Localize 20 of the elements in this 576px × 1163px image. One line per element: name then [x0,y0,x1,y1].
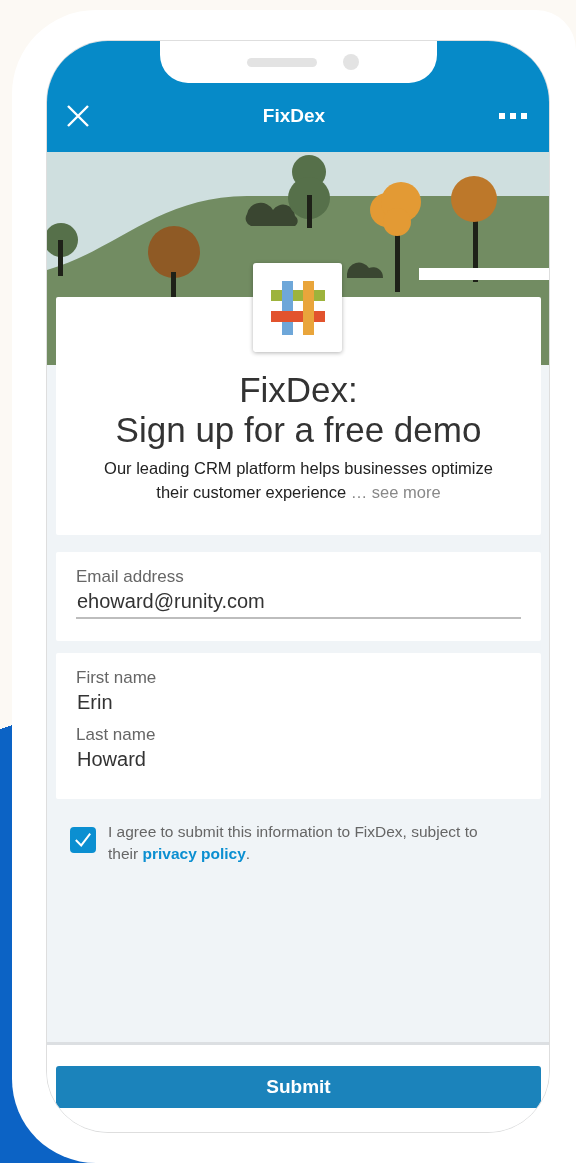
description-text: Our leading CRM platform helps businesses optimize their customer experience … see more [103,458,494,503]
submit-button[interactable]: Submit [56,1066,541,1108]
form-title: FixDex: [238,370,359,410]
speaker-grille [247,57,317,67]
consent-checkbox[interactable] [70,827,96,853]
checkmark-icon [74,831,92,849]
hash-logo-icon [270,280,325,335]
consent-text: I agree to submit this information to FixDex, subject to their privacy policy. [108,822,479,864]
input-field[interactable]: ehoward@runity.com [76,588,521,619]
input-field[interactable]: Erin [76,689,521,718]
field-label: Last name [76,724,157,746]
field-label: First name [76,667,158,689]
close-icon[interactable] [67,105,89,127]
input-field[interactable]: Howard [76,746,521,775]
more-icon[interactable] [499,113,527,119]
form-subtitle: Sign up for a free demo [114,410,483,450]
camera-dot [343,54,359,70]
see-more-link[interactable]: … see more [350,483,441,501]
field-label: Email address [76,566,185,588]
app-title: FixDex [262,105,326,127]
